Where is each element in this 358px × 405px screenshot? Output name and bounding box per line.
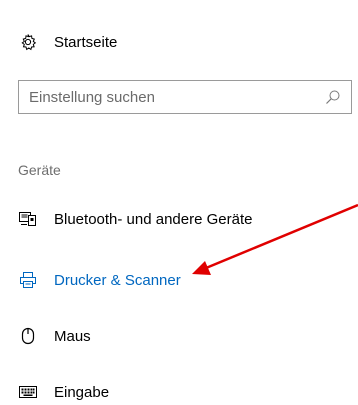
home-link[interactable]: Startseite xyxy=(18,28,117,56)
nav-item-mouse[interactable]: Maus xyxy=(18,322,91,350)
search-box[interactable] xyxy=(18,80,352,114)
home-label: Startseite xyxy=(54,33,118,51)
nav-item-printers[interactable]: Drucker & Scanner xyxy=(18,266,181,294)
mouse-icon xyxy=(18,326,38,346)
printer-icon xyxy=(18,270,38,290)
keyboard-icon xyxy=(18,382,38,402)
search-icon[interactable] xyxy=(325,89,341,105)
nav-item-label: Drucker & Scanner xyxy=(54,271,181,289)
nav-item-label: Bluetooth- und andere Geräte xyxy=(54,210,253,228)
search-input[interactable] xyxy=(19,82,309,112)
gear-icon xyxy=(18,32,38,52)
nav-item-label: Maus xyxy=(54,327,91,345)
nav-item-typing[interactable]: Eingabe xyxy=(18,378,109,405)
section-heading: Geräte xyxy=(18,162,61,178)
bluetooth-devices-icon xyxy=(18,209,38,229)
settings-panel: Startseite Geräte Bluetooth- und andere … xyxy=(0,0,358,405)
nav-item-label: Eingabe xyxy=(54,383,110,401)
nav-item-bluetooth[interactable]: Bluetooth- und andere Geräte xyxy=(18,205,252,233)
